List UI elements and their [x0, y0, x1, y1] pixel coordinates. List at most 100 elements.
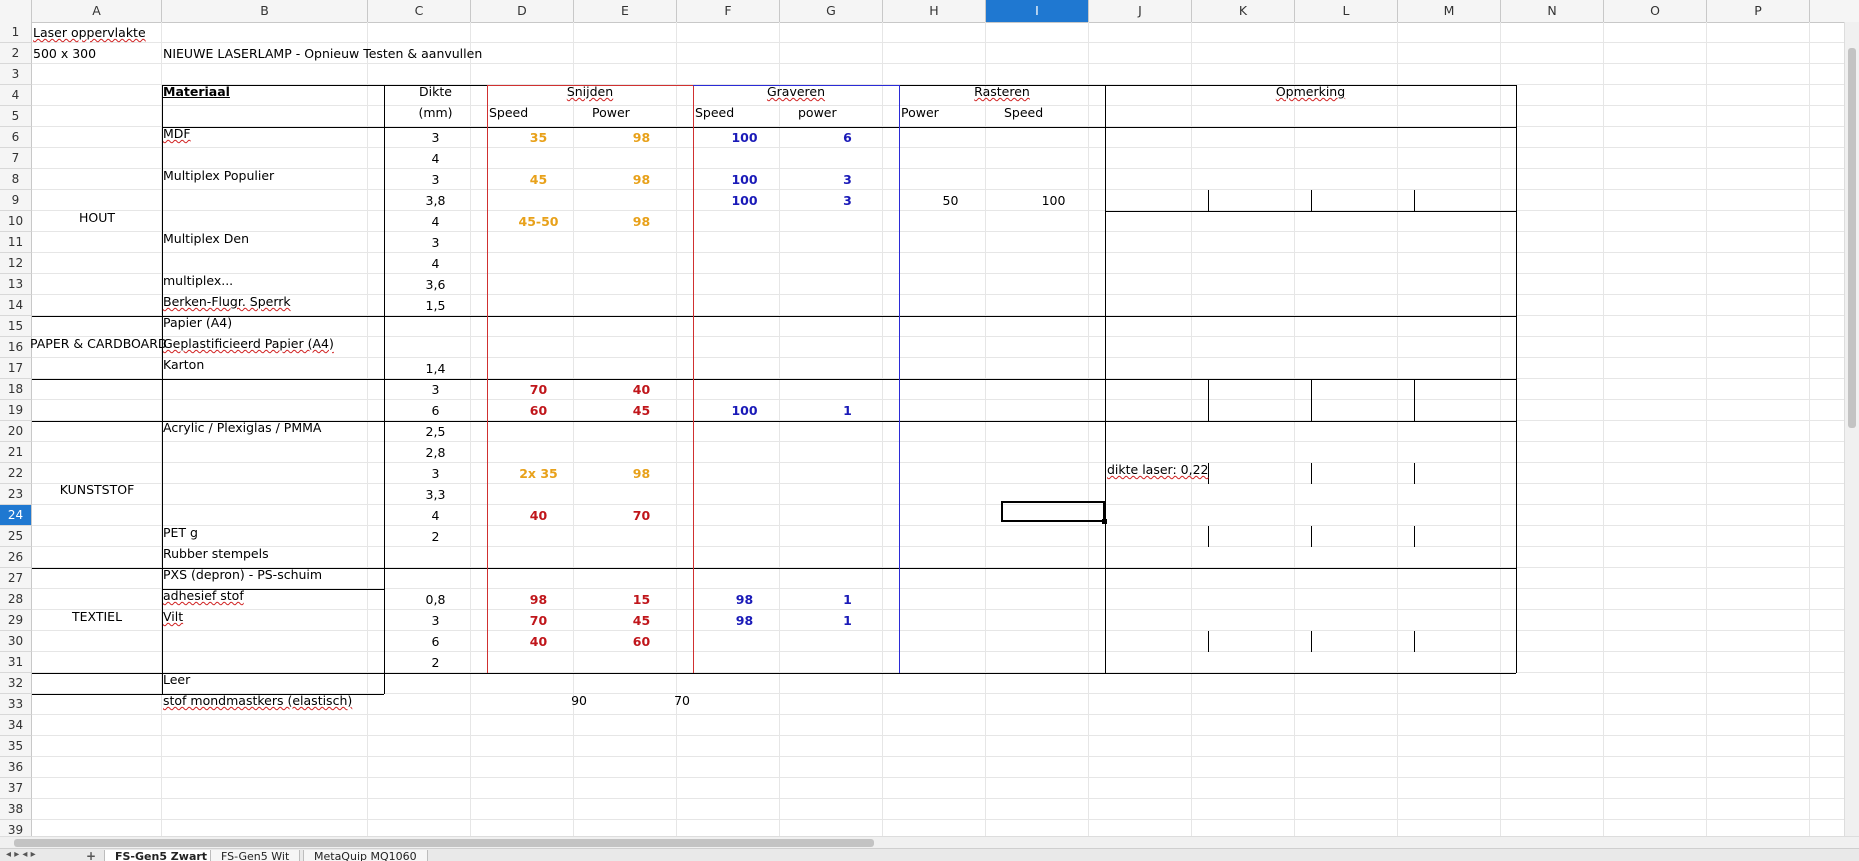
thickness-cell[interactable]: 3,3 — [384, 485, 487, 505]
row-header-34[interactable]: 34 — [0, 715, 32, 736]
column-header-f[interactable]: F — [677, 0, 780, 22]
horizontal-scroll-thumb[interactable] — [14, 839, 874, 847]
row-header-21[interactable]: 21 — [0, 442, 32, 463]
column-header-g[interactable]: G — [780, 0, 883, 22]
column-header-o[interactable]: O — [1604, 0, 1707, 22]
mondmasker-d[interactable]: 90 — [487, 691, 587, 711]
engrave-speed-cell[interactable]: 100 — [693, 170, 796, 190]
engrave-power-cell[interactable]: 1 — [796, 401, 899, 421]
column-header-c[interactable]: C — [368, 0, 471, 22]
cut-power-cell[interactable]: 98 — [590, 170, 693, 190]
material-acrylic[interactable]: Acrylic / Plexiglas / PMMA — [163, 418, 321, 438]
engrave-speed-cell[interactable]: 100 — [693, 191, 796, 211]
row-header-3[interactable]: 3 — [0, 64, 32, 85]
row-header-32[interactable]: 32 — [0, 673, 32, 694]
row-header-20[interactable]: 20 — [0, 421, 32, 442]
category-hout[interactable]: HOUT — [32, 208, 162, 228]
row-header-4[interactable]: 4 — [0, 85, 32, 106]
material-mondmasker[interactable]: stof mondmastkers (elastisch) — [163, 691, 352, 711]
row-header-33[interactable]: 33 — [0, 694, 32, 715]
category-kunststof[interactable]: KUNSTSTOF — [32, 480, 162, 500]
material-pet[interactable]: PET g — [163, 523, 198, 543]
cut-power-cell[interactable]: 98 — [590, 464, 693, 484]
cut-power-cell[interactable]: 98 — [590, 212, 693, 232]
row-header-27[interactable]: 27 — [0, 568, 32, 589]
category-papier[interactable]: PAPER & CARDBOARD — [30, 334, 166, 354]
vertical-scrollbar[interactable] — [1844, 22, 1859, 836]
column-header-p[interactable]: P — [1707, 0, 1810, 22]
header-snijden[interactable]: Snijden — [487, 82, 693, 102]
thickness-cell[interactable]: 2 — [384, 653, 487, 673]
thickness-cell[interactable]: 2 — [384, 527, 487, 547]
row-header-38[interactable]: 38 — [0, 799, 32, 820]
spreadsheet-grid[interactable]: ABCDEFGHIJKLMNOP 1 2 3 4 5 6 7 8 9 10 11 12 13 14 15 16… — [0, 0, 1859, 836]
material-multiplex-den[interactable]: Multiplex Den — [163, 229, 249, 249]
row-header-6[interactable]: 6 — [0, 127, 32, 148]
row-header-26[interactable]: 26 — [0, 547, 32, 568]
row-header-35[interactable]: 35 — [0, 736, 32, 757]
engrave-power-cell[interactable]: 3 — [796, 191, 899, 211]
cut-power-cell[interactable]: 98 — [590, 128, 693, 148]
column-header-m[interactable]: M — [1398, 0, 1501, 22]
laser-surface-label[interactable]: Laser oppervlakte — [33, 23, 146, 43]
cut-speed-cell[interactable]: 35 — [487, 128, 590, 148]
row-header-30[interactable]: 30 — [0, 631, 32, 652]
row-header-25[interactable]: 25 — [0, 526, 32, 547]
mondmasker-e[interactable]: 70 — [590, 691, 690, 711]
cut-power-cell[interactable]: 70 — [590, 506, 693, 526]
row-header-36[interactable]: 36 — [0, 757, 32, 778]
engrave-power-cell[interactable]: 6 — [796, 128, 899, 148]
thickness-cell[interactable]: 1,5 — [384, 296, 487, 316]
material-geplastificieerd[interactable]: Geplastificieerd Papier (A4) — [163, 334, 334, 354]
row-header-14[interactable]: 14 — [0, 295, 32, 316]
column-header-b[interactable]: B — [162, 0, 368, 22]
row-header-39[interactable]: 39 — [0, 820, 32, 836]
material-multiplex-populier[interactable]: Multiplex Populier — [163, 166, 274, 186]
header-graveren-power[interactable]: power — [798, 103, 837, 123]
thickness-cell[interactable]: 3,8 — [384, 191, 487, 211]
row-header-16[interactable]: 16 — [0, 337, 32, 358]
raster-cell[interactable]: 100 — [1002, 191, 1105, 211]
row-header-19[interactable]: 19 — [0, 400, 32, 421]
material-multiplex-dots[interactable]: multiplex... — [163, 271, 233, 291]
thickness-cell[interactable]: 6 — [384, 401, 487, 421]
header-materiaal[interactable]: Materiaal — [163, 82, 230, 102]
cut-power-cell[interactable]: 45 — [590, 401, 693, 421]
select-all-corner[interactable] — [0, 0, 32, 22]
material-berken[interactable]: Berken-Flugr. Sperrk — [163, 292, 291, 312]
row-header-13[interactable]: 13 — [0, 274, 32, 295]
cut-power-cell[interactable]: 15 — [590, 590, 693, 610]
thickness-cell[interactable]: 3 — [384, 464, 487, 484]
column-header-d[interactable]: D — [471, 0, 574, 22]
header-rasteren-power[interactable]: Power — [901, 103, 939, 123]
row-header-8[interactable]: 8 — [0, 169, 32, 190]
header-rasteren[interactable]: Rasteren — [899, 82, 1105, 102]
material-karton[interactable]: Karton — [163, 355, 204, 375]
column-header-l[interactable]: L — [1295, 0, 1398, 22]
column-header-e[interactable]: E — [574, 0, 677, 22]
header-snijden-power[interactable]: Power — [592, 103, 630, 123]
thickness-cell[interactable]: 2,8 — [384, 443, 487, 463]
fill-handle[interactable] — [1102, 519, 1107, 524]
thickness-cell[interactable]: 1,4 — [384, 359, 487, 379]
category-textiel[interactable]: TEXTIEL — [32, 607, 162, 627]
row-header-12[interactable]: 12 — [0, 253, 32, 274]
cut-power-cell[interactable]: 60 — [590, 632, 693, 652]
row-header-31[interactable]: 31 — [0, 652, 32, 673]
cut-speed-cell[interactable]: 60 — [487, 401, 590, 421]
row-header-15[interactable]: 15 — [0, 316, 32, 337]
engrave-speed-cell[interactable]: 100 — [693, 401, 796, 421]
row-header-22[interactable]: 22 — [0, 463, 32, 484]
tab-metaquip[interactable]: MetaQuip MQ1060 — [303, 850, 428, 861]
row-header-29[interactable]: 29 — [0, 610, 32, 631]
add-sheet-icon[interactable]: + — [86, 849, 96, 861]
engrave-speed-cell[interactable]: 98 — [693, 611, 796, 631]
column-header-i[interactable]: I — [986, 0, 1089, 22]
thickness-cell[interactable]: 3 — [384, 233, 487, 253]
material-papier-a4[interactable]: Papier (A4) — [163, 313, 232, 333]
cut-speed-cell[interactable]: 40 — [487, 506, 590, 526]
row-header-2[interactable]: 2 — [0, 43, 32, 64]
cut-speed-cell[interactable]: 45 — [487, 170, 590, 190]
thickness-cell[interactable]: 3,6 — [384, 275, 487, 295]
material-vilt[interactable]: Vilt — [163, 607, 183, 627]
